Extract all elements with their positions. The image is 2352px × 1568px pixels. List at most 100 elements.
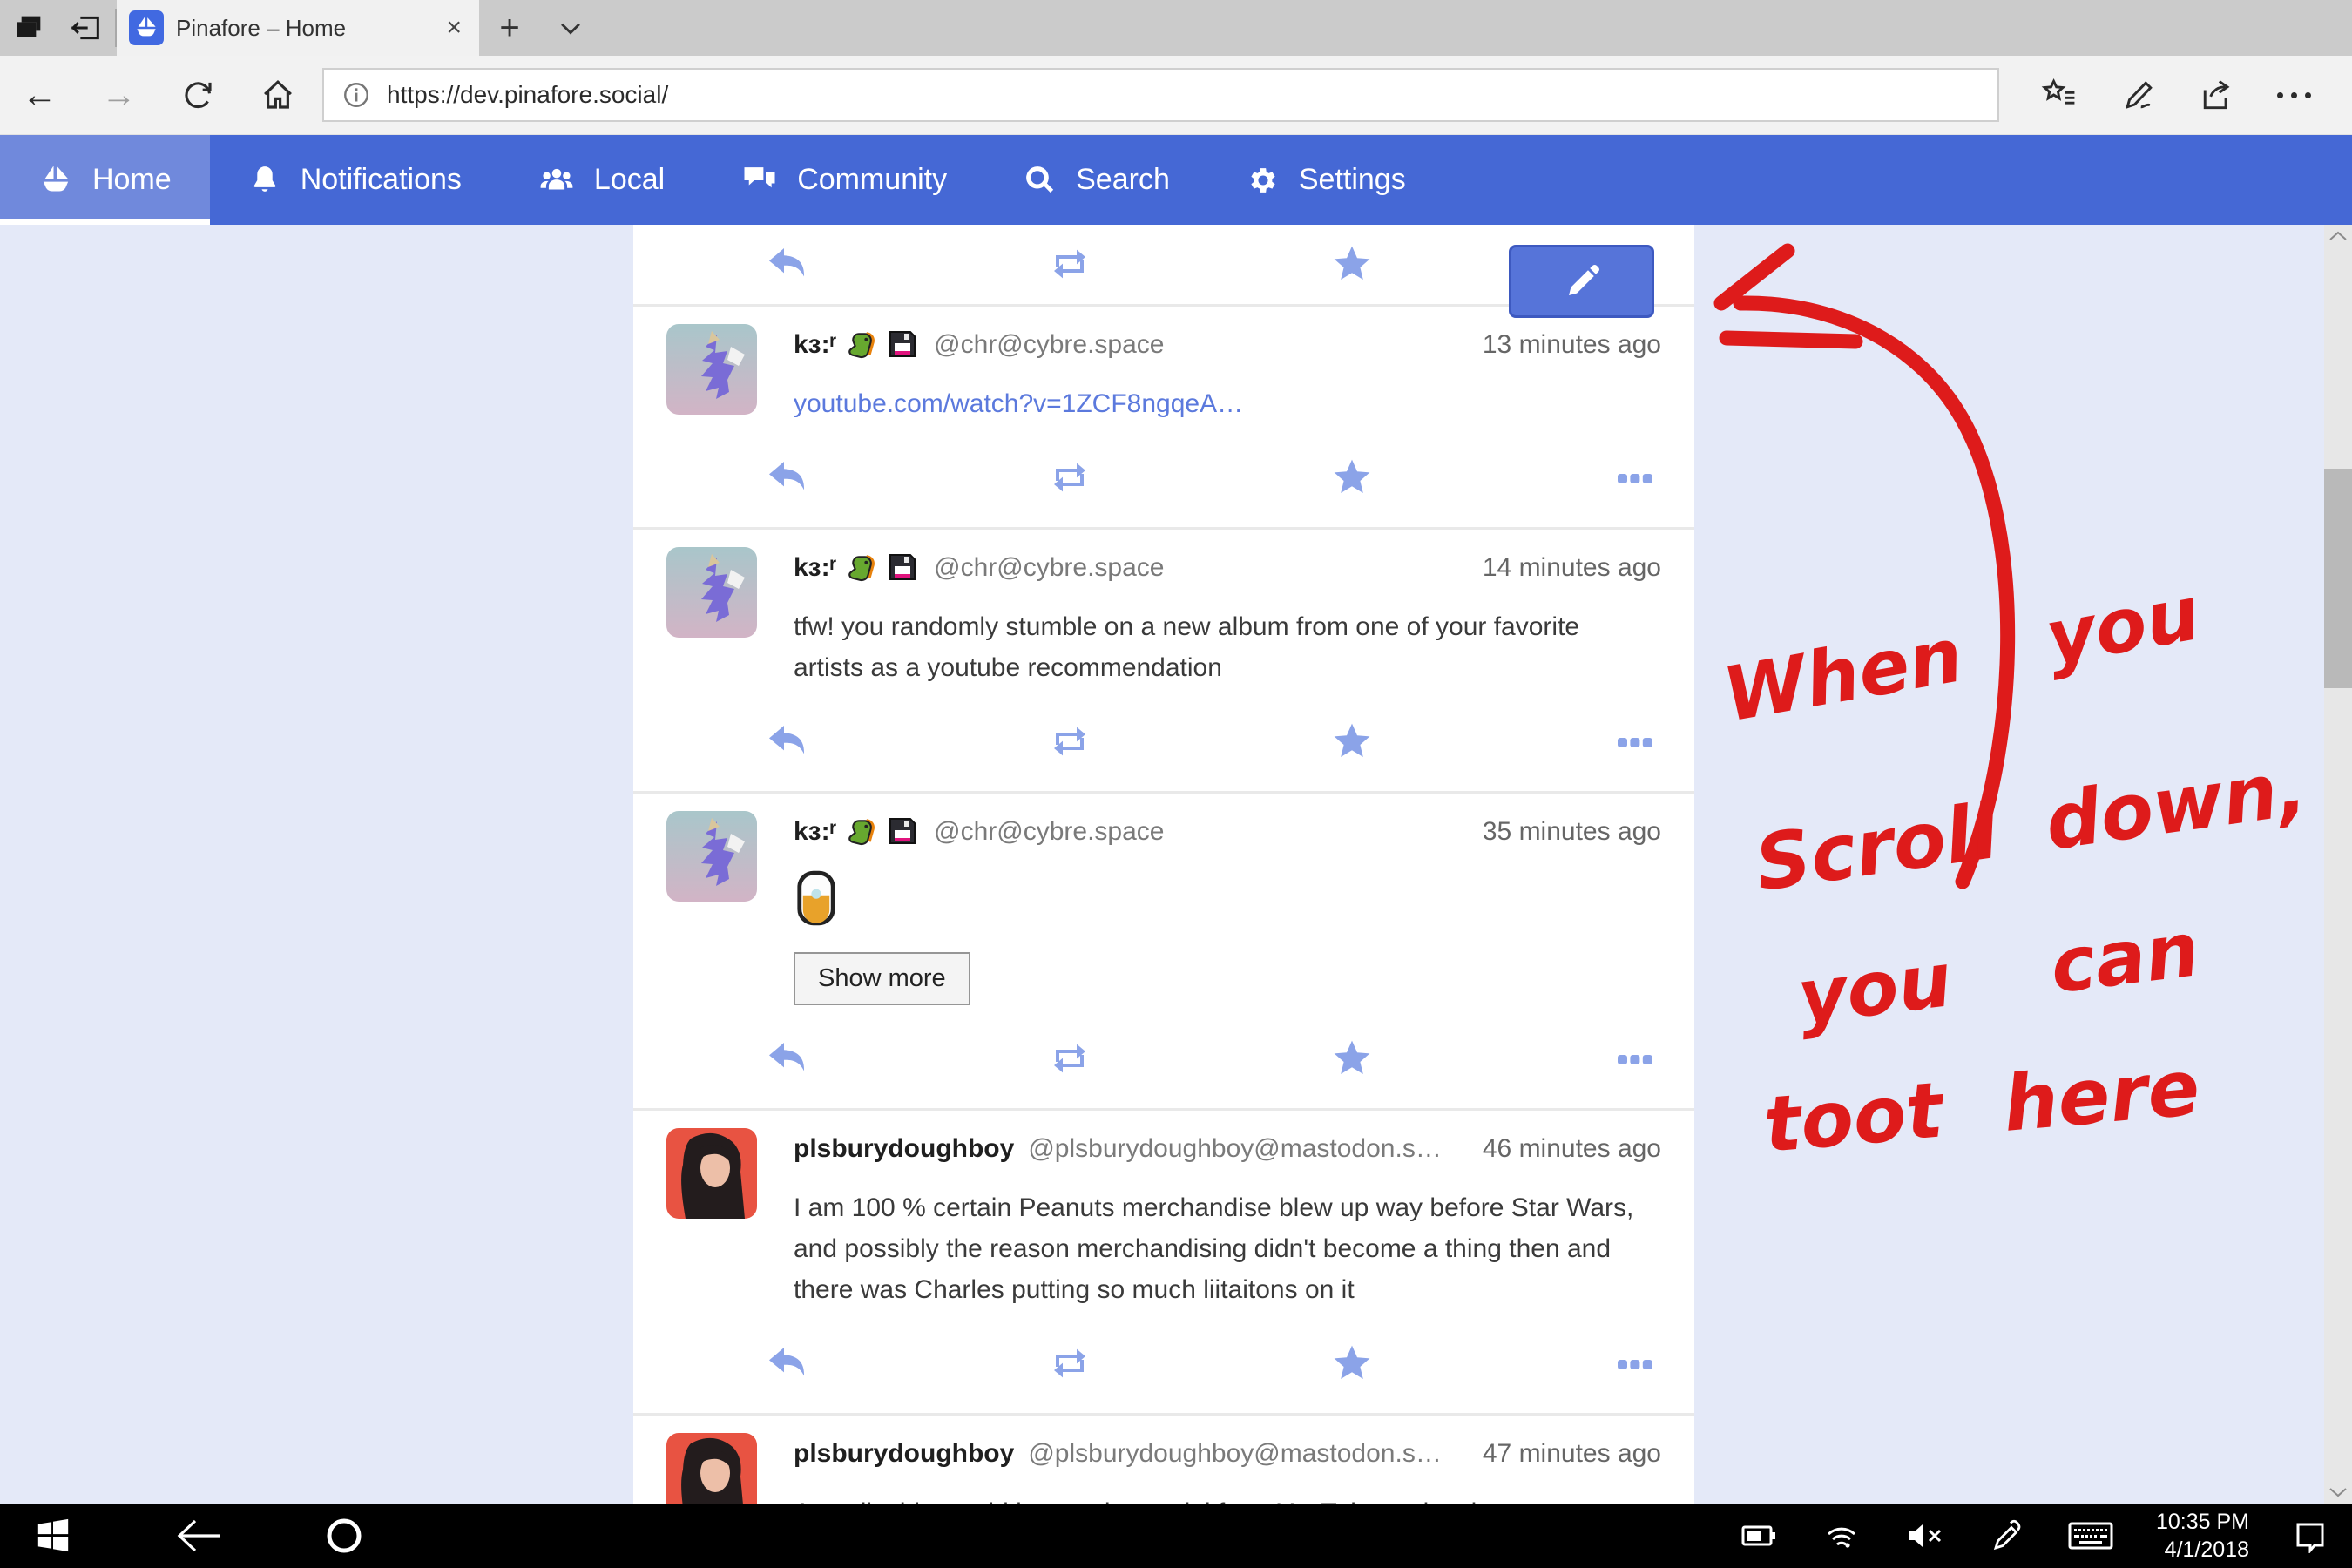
avatar[interactable] — [666, 547, 757, 638]
hub-favorites-button[interactable] — [2040, 76, 2078, 114]
home-button[interactable] — [238, 56, 317, 135]
boost-button[interactable] — [1047, 1035, 1092, 1082]
author-handle[interactable]: @chr@cybre.space — [934, 553, 1164, 583]
favorite-button[interactable] — [1329, 1035, 1375, 1082]
scrollbar-up-chevron-icon[interactable] — [2328, 230, 2348, 242]
author-name[interactable]: kз:ʳ — [794, 817, 836, 847]
avatar[interactable] — [666, 1128, 757, 1219]
author-name[interactable]: kз:ʳ — [794, 330, 836, 360]
toot[interactable]: kз:ʳ @chr@cybre.space 14 minutes ago tfw… — [633, 530, 1694, 794]
toot-header: plsburydoughboy @plsburydoughboy@mastodo… — [794, 1128, 1661, 1170]
nav-item-settings[interactable]: Settings — [1208, 135, 1444, 225]
taskbar-back-button[interactable] — [174, 1517, 221, 1554]
battery-icon[interactable] — [1740, 1518, 1780, 1553]
page-scrollbar[interactable] — [2324, 225, 2352, 1504]
author-handle[interactable]: @plsburydoughboy@mastodon.s… — [1028, 1134, 1442, 1164]
clock-date: 4/1/2018 — [2156, 1536, 2249, 1565]
boost-button[interactable] — [1047, 240, 1092, 287]
avatar[interactable] — [666, 324, 757, 415]
cortana-button[interactable] — [324, 1516, 364, 1556]
taskbar-clock[interactable]: 10:35 PM 4/1/2018 — [2156, 1508, 2249, 1565]
toot-content: I am 100 % certain Peanuts merchandise b… — [794, 1187, 1634, 1310]
toot-header: kз:ʳ @chr@cybre.space 35 minutes ago — [794, 811, 1661, 853]
show-more-button[interactable]: Show more — [794, 952, 970, 1005]
nav-item-community[interactable]: Community — [703, 135, 985, 225]
author-handle[interactable]: @chr@cybre.space — [934, 817, 1164, 847]
toot-timestamp[interactable]: 47 minutes ago — [1465, 1439, 1661, 1469]
floppy-disk-emoji — [887, 328, 920, 362]
windows-logo-icon — [35, 1517, 71, 1554]
share-button[interactable] — [2198, 76, 2236, 114]
people-group-icon — [538, 162, 575, 199]
more-button[interactable] — [1612, 454, 1658, 501]
boost-button[interactable] — [1047, 718, 1092, 765]
nav-label: Community — [797, 163, 947, 197]
nav-item-search[interactable]: Search — [985, 135, 1208, 225]
home-icon — [260, 77, 296, 113]
touch-keyboard-icon[interactable] — [2067, 1518, 2114, 1553]
toot[interactable]: plsburydoughboy @plsburydoughboy@mastodo… — [633, 1111, 1694, 1416]
site-info-icon[interactable] — [341, 80, 371, 110]
tab-list-chevron-icon[interactable] — [540, 0, 601, 56]
gear-icon — [1247, 164, 1280, 197]
toot-timestamp[interactable]: 14 minutes ago — [1465, 553, 1661, 583]
more-button[interactable] — [1612, 1035, 1658, 1082]
wifi-icon[interactable] — [1821, 1518, 1862, 1553]
scrollbar-down-chevron-icon[interactable] — [2328, 1486, 2348, 1498]
tab-title: Pinafore – Home — [176, 15, 430, 42]
boost-button[interactable] — [1047, 1340, 1092, 1387]
refresh-button[interactable] — [159, 56, 238, 135]
favorite-button[interactable] — [1329, 1340, 1375, 1387]
action-center-icon[interactable] — [2291, 1518, 2329, 1553]
url-text[interactable]: https://dev.pinafore.social/ — [387, 81, 668, 109]
avatar[interactable] — [666, 811, 757, 902]
web-note-button[interactable] — [2119, 76, 2158, 114]
nav-item-local[interactable]: Local — [500, 135, 703, 225]
scrollbar-thumb[interactable] — [2324, 469, 2352, 688]
start-button[interactable] — [35, 1517, 71, 1554]
reply-button[interactable] — [764, 1340, 809, 1387]
toot[interactable]: kз:ʳ @chr@cybre.space 35 minutes ago Sho… — [633, 794, 1694, 1111]
toot-link[interactable]: youtube.com/watch?v=1ZCF8ngqeA… — [794, 389, 1243, 418]
author-name[interactable]: kз:ʳ — [794, 553, 836, 583]
floppy-disk-emoji — [887, 551, 920, 585]
new-tab-button[interactable]: + — [479, 0, 540, 56]
more-button[interactable] — [1612, 718, 1658, 765]
author-name[interactable]: plsburydoughboy — [794, 1134, 1014, 1164]
toot-partial[interactable] — [633, 225, 1694, 307]
set-tabs-aside-button[interactable] — [57, 0, 115, 56]
pinafore-nav-bar: Home Notifications Local Community Searc… — [0, 135, 2352, 225]
toot-timestamp[interactable]: 46 minutes ago — [1465, 1134, 1661, 1164]
author-handle[interactable]: @plsburydoughboy@mastodon.s… — [1028, 1439, 1442, 1469]
reply-button[interactable] — [764, 240, 809, 287]
volume-muted-icon[interactable] — [1903, 1518, 1945, 1553]
toot-timestamp[interactable]: 13 minutes ago — [1465, 330, 1661, 360]
toot[interactable]: plsburydoughboy @plsburydoughboy@mastodo… — [633, 1416, 1694, 1504]
settings-more-icon[interactable] — [2277, 92, 2311, 98]
author-name[interactable]: plsburydoughboy — [794, 1439, 1014, 1469]
tab-close-icon[interactable]: × — [443, 13, 465, 43]
favorite-button[interactable] — [1329, 454, 1375, 501]
toot-timestamp[interactable]: 35 minutes ago — [1465, 817, 1661, 847]
author-handle[interactable]: @chr@cybre.space — [934, 330, 1164, 360]
address-bar[interactable]: https://dev.pinafore.social/ — [322, 68, 1999, 122]
pen-icon[interactable] — [1987, 1518, 2025, 1553]
nav-item-home[interactable]: Home — [0, 135, 210, 225]
reply-button[interactable] — [764, 718, 809, 765]
toot[interactable]: kз:ʳ @chr@cybre.space 13 minutes ago you… — [633, 307, 1694, 530]
nav-item-notifications[interactable]: Notifications — [210, 135, 500, 225]
toot-action-bar — [764, 454, 1658, 501]
reply-button[interactable] — [764, 1035, 809, 1082]
back-button[interactable]: ← — [0, 56, 79, 135]
toot-action-bar — [764, 1340, 1658, 1387]
avatar[interactable] — [666, 1433, 757, 1504]
boost-button[interactable] — [1047, 454, 1092, 501]
dragon-emoji — [845, 328, 878, 362]
compose-toot-button[interactable] — [1509, 245, 1654, 318]
favorite-button[interactable] — [1329, 718, 1375, 765]
reply-button[interactable] — [764, 454, 809, 501]
favorite-button[interactable] — [1329, 240, 1375, 287]
tab-preview-button[interactable] — [0, 0, 57, 56]
browser-tab[interactable]: Pinafore – Home × — [117, 0, 479, 56]
more-button[interactable] — [1612, 1340, 1658, 1387]
